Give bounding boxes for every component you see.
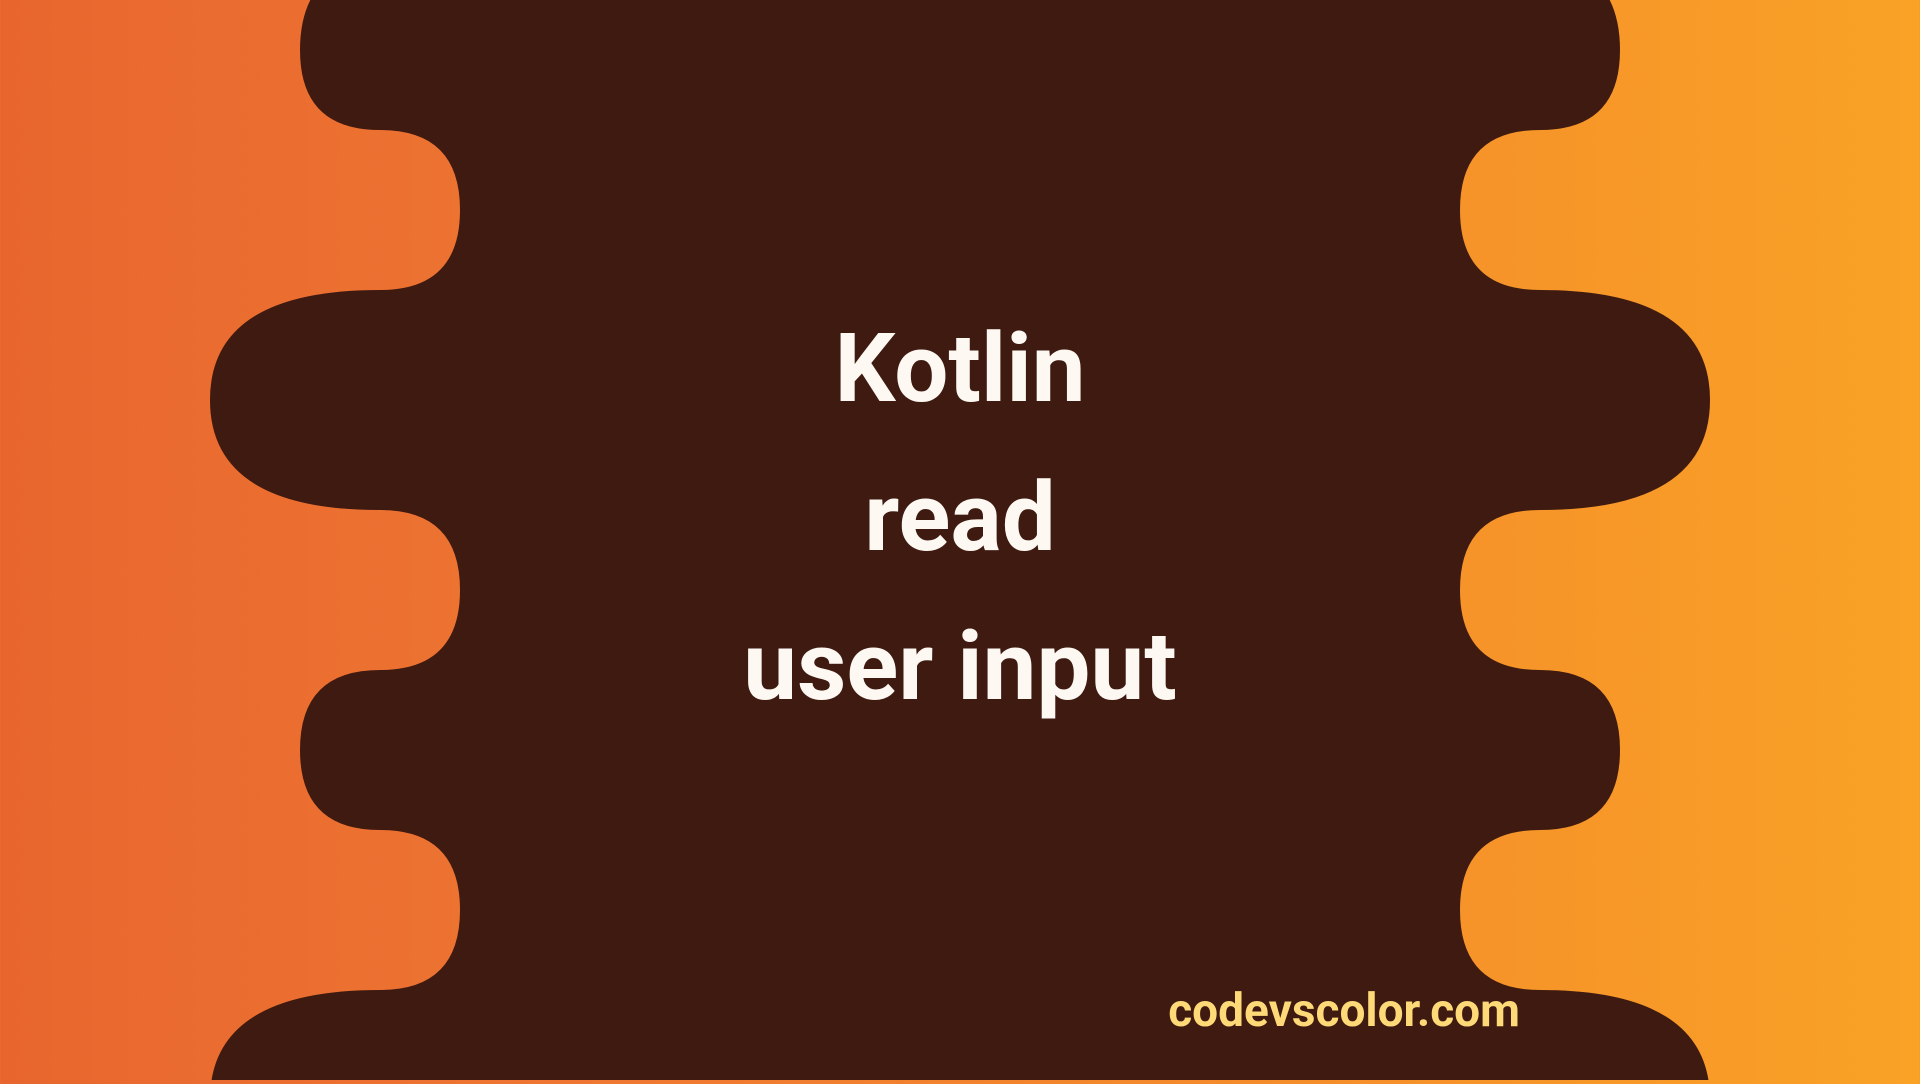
title-line-3: user input bbox=[743, 593, 1176, 742]
site-label: codevscolor.com bbox=[1168, 984, 1520, 1038]
title-line-1: Kotlin bbox=[743, 295, 1176, 444]
main-title: Kotlin read user input bbox=[743, 295, 1176, 741]
title-line-2: read bbox=[743, 444, 1176, 593]
